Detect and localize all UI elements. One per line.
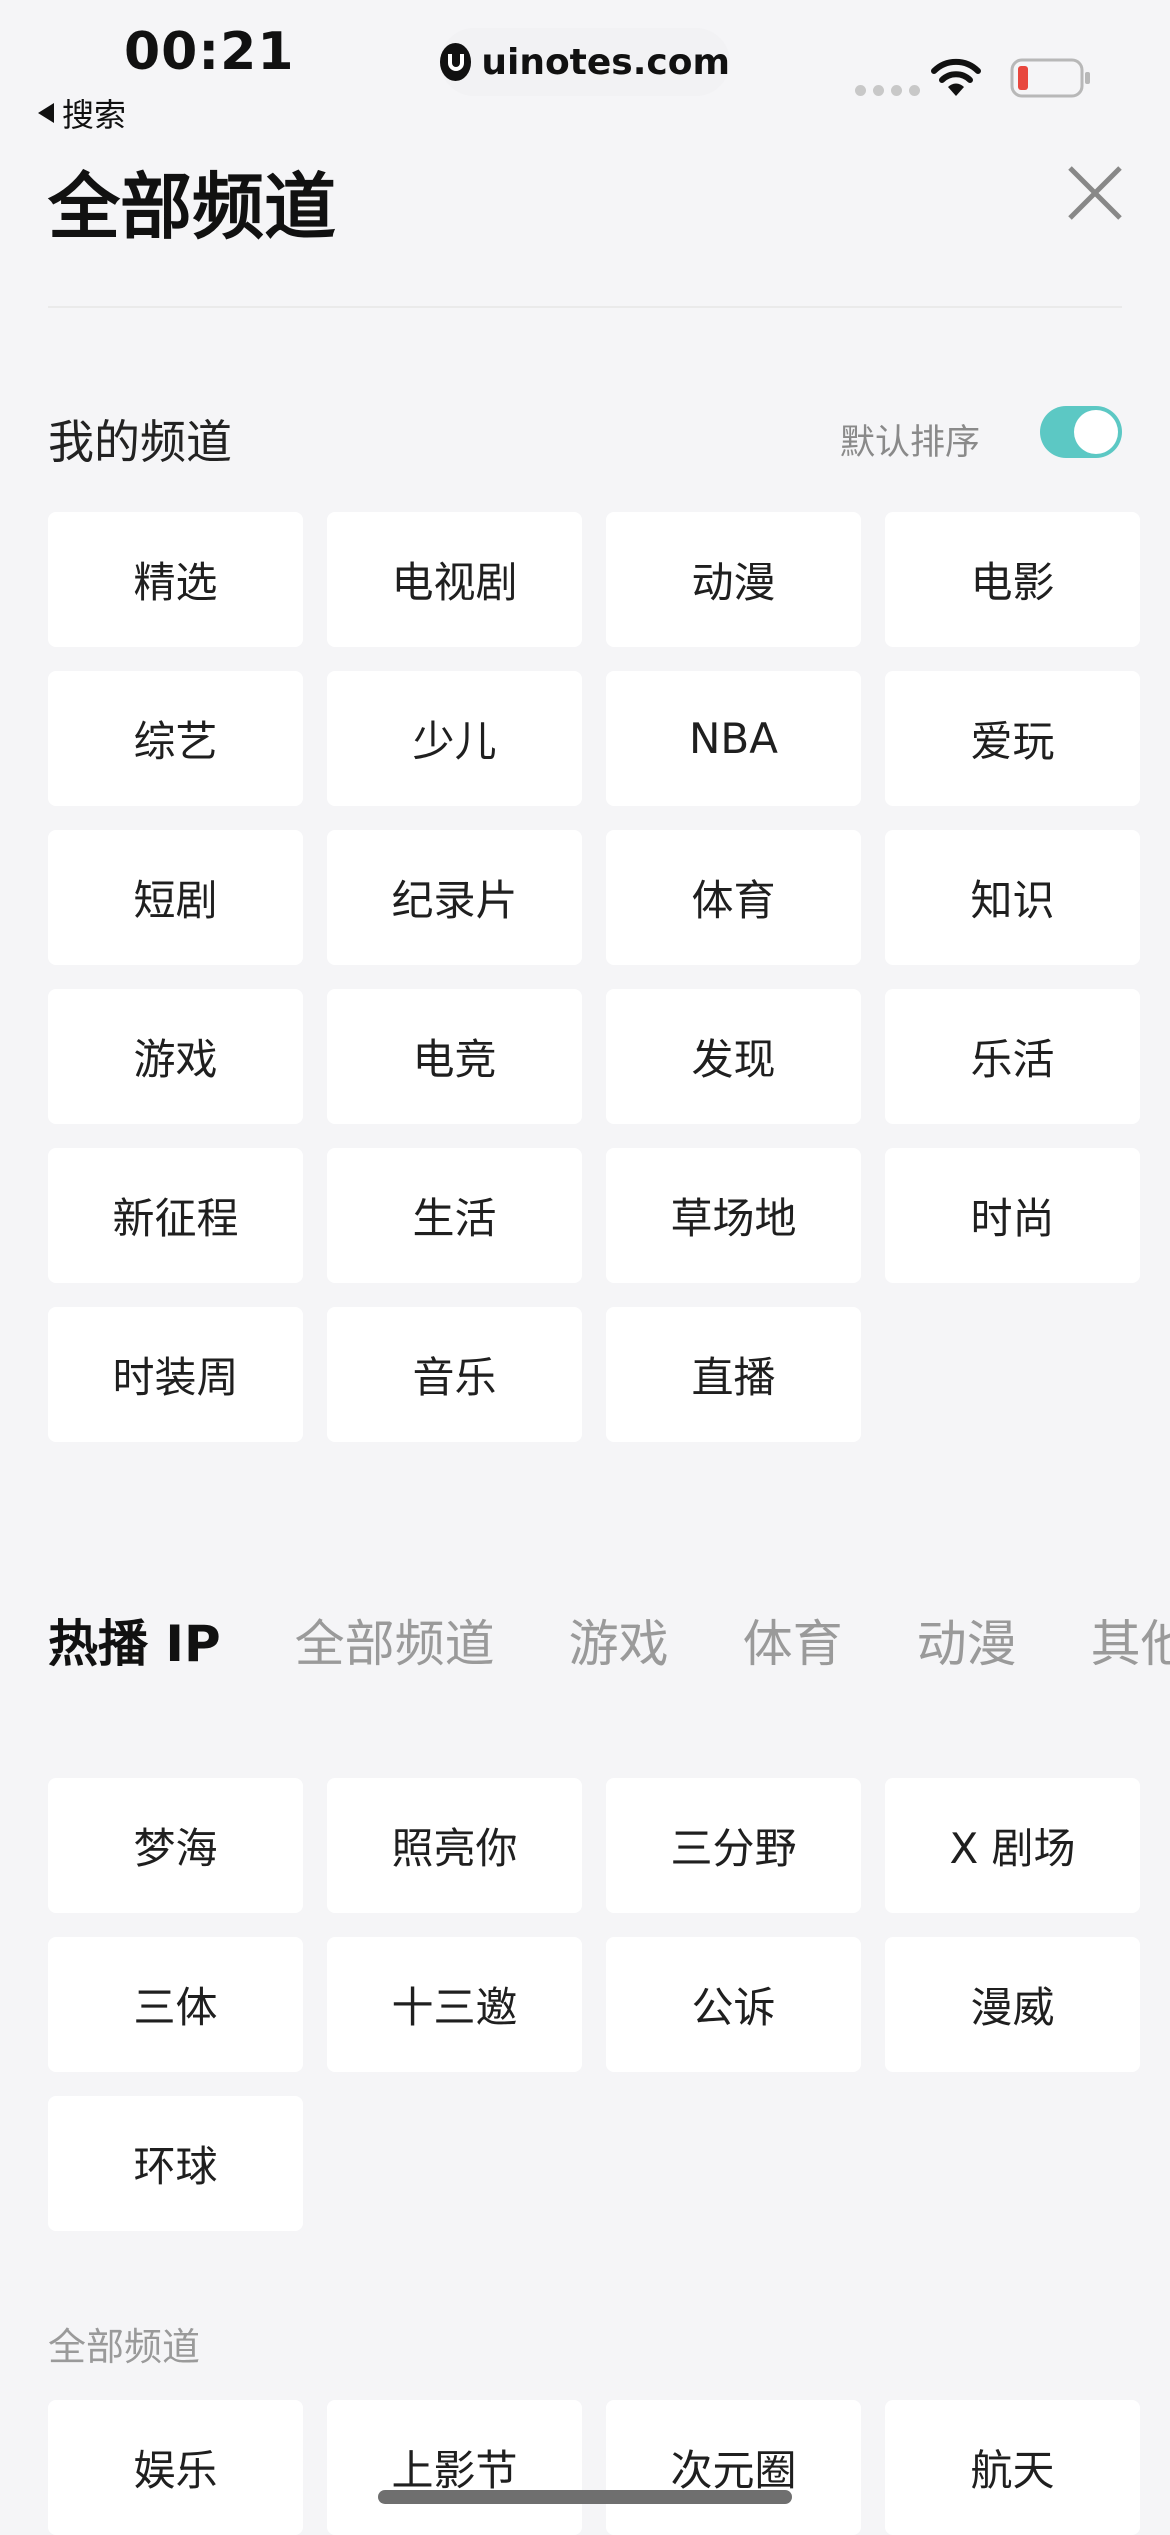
my-channels-title: 我的频道 — [48, 415, 232, 469]
my-channels-grid: 精选 电视剧 动漫 电影 综艺 少儿 NBA 爱玩 短剧 纪录片 体育 知识 游… — [48, 512, 1140, 1442]
channel-chip[interactable]: 新征程 — [48, 1148, 303, 1283]
channel-chip[interactable]: 音乐 — [327, 1307, 582, 1442]
channel-chip[interactable]: 精选 — [48, 512, 303, 647]
channel-chip[interactable]: 短剧 — [48, 830, 303, 965]
cellular-signal-icon — [855, 85, 920, 96]
status-time: 00:21 — [124, 22, 295, 82]
page-title: 全部频道 — [48, 165, 337, 249]
channel-chip[interactable]: 时装周 — [48, 1307, 303, 1442]
channel-chip[interactable]: 十三邀 — [327, 1937, 582, 2072]
site-logo-icon — [440, 43, 472, 81]
toggle-knob — [1074, 410, 1118, 454]
header-divider — [48, 306, 1122, 308]
channel-chip[interactable]: 体育 — [606, 830, 861, 965]
channel-chip[interactable]: 知识 — [885, 830, 1140, 965]
all-channels-label: 全部频道 — [48, 2325, 201, 2369]
status-bar: 00:21 搜索 uinotes.com — [0, 0, 1170, 140]
tab-all-channels[interactable]: 全部频道 — [295, 1604, 495, 1676]
channel-chip[interactable]: 漫威 — [885, 1937, 1140, 2072]
wifi-icon — [931, 58, 981, 96]
channel-chip[interactable]: 纪录片 — [327, 830, 582, 965]
tab-other[interactable]: 其他 — [1091, 1604, 1170, 1676]
back-to-search-button[interactable]: 搜索 — [38, 90, 126, 136]
channel-chip[interactable]: 电视剧 — [327, 512, 582, 647]
tab-hot-ip[interactable]: 热播 IP — [48, 1604, 221, 1676]
channel-chip[interactable]: 照亮你 — [327, 1778, 582, 1913]
channel-chip[interactable]: NBA — [606, 671, 861, 806]
channel-chip[interactable]: 环球 — [48, 2096, 303, 2231]
channel-chip[interactable]: 游戏 — [48, 989, 303, 1124]
channel-chip[interactable]: 时尚 — [885, 1148, 1140, 1283]
channel-chip[interactable]: 电影 — [885, 512, 1140, 647]
all-channels-grid: 娱乐 上影节 次元圈 航天 — [48, 2400, 1140, 2535]
url-pill[interactable]: uinotes.com — [440, 28, 730, 96]
back-label: 搜索 — [62, 96, 127, 134]
default-sort-label: 默认排序 — [839, 423, 980, 463]
back-arrow-icon — [38, 103, 54, 123]
channel-chip[interactable]: 娱乐 — [48, 2400, 303, 2535]
url-text: uinotes.com — [481, 41, 730, 83]
channel-chip[interactable]: 三分野 — [606, 1778, 861, 1913]
channel-chip[interactable]: 直播 — [606, 1307, 861, 1442]
channel-chip[interactable]: 综艺 — [48, 671, 303, 806]
channel-chip[interactable]: 少儿 — [327, 671, 582, 806]
tab-sports[interactable]: 体育 — [743, 1604, 843, 1676]
channel-chip[interactable]: 草场地 — [606, 1148, 861, 1283]
channel-chip[interactable]: 电竞 — [327, 989, 582, 1124]
hot-ip-grid: 梦海 照亮你 三分野 X 剧场 三体 十三邀 公诉 漫威 环球 — [48, 1778, 1140, 2231]
close-icon — [1068, 166, 1122, 220]
default-sort-toggle[interactable] — [1040, 406, 1122, 458]
channel-chip[interactable]: 爱玩 — [885, 671, 1140, 806]
channel-chip[interactable]: X 剧场 — [885, 1778, 1140, 1913]
channel-chip[interactable]: 三体 — [48, 1937, 303, 2072]
channel-chip[interactable]: 公诉 — [606, 1937, 861, 2072]
battery-low-icon — [1010, 58, 1090, 98]
channel-chip[interactable]: 乐活 — [885, 989, 1140, 1124]
my-channels-header: 我的频道 默认排序 — [48, 400, 1122, 470]
home-indicator[interactable] — [378, 2490, 792, 2504]
channel-chip[interactable]: 上影节 — [327, 2400, 582, 2535]
channel-chip[interactable]: 次元圈 — [606, 2400, 861, 2535]
channel-chip[interactable]: 动漫 — [606, 512, 861, 647]
tab-anime[interactable]: 动漫 — [917, 1604, 1017, 1676]
channel-chip[interactable]: 梦海 — [48, 1778, 303, 1913]
channel-chip[interactable]: 发现 — [606, 989, 861, 1124]
category-tabs: 热播 IP 全部频道 游戏 体育 动漫 其他 — [48, 1600, 1170, 1680]
close-button[interactable] — [1060, 158, 1130, 228]
page-header: 全部频道 — [0, 140, 1170, 310]
channel-chip[interactable]: 航天 — [885, 2400, 1140, 2535]
tab-games[interactable]: 游戏 — [569, 1604, 669, 1676]
channel-chip[interactable]: 生活 — [327, 1148, 582, 1283]
